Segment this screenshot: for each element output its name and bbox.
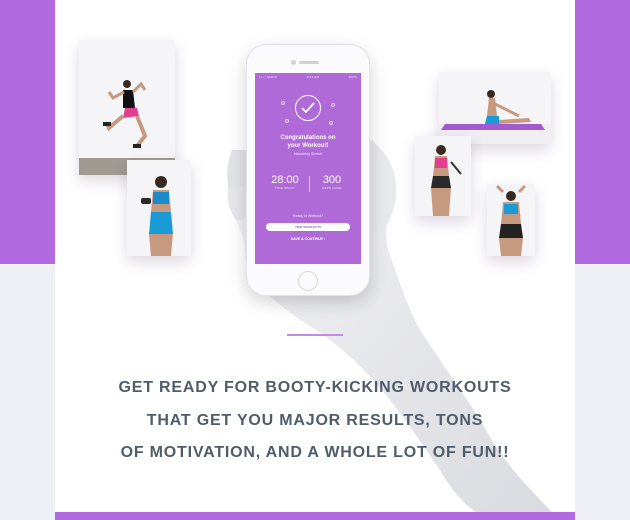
stat-reps: 300 REPS DONE: [315, 174, 349, 190]
phone-speaker: [299, 61, 319, 64]
jumping-woman-photo: [79, 40, 175, 175]
stat-reps-value: 300: [322, 174, 342, 186]
stat-reps-label: REPS DONE: [322, 186, 342, 190]
confetti-dot: [285, 119, 289, 123]
status-bar: •••• Sketch 9:41 AM 100%: [255, 73, 361, 79]
home-button[interactable]: [298, 271, 318, 291]
battery-label: 100%: [348, 75, 357, 79]
smartphone: •••• Sketch 9:41 AM 100% Congratulations…: [246, 44, 370, 296]
tagline-line1: GET READY FOR BOOTY-KICKING WORKOUTS: [118, 379, 512, 396]
save-continue-link[interactable]: SAVE & CONTINUE ›: [255, 237, 361, 241]
dumbbell-woman-photo: [127, 160, 191, 256]
congrats-title: Congratulations on your Workout!: [255, 134, 361, 150]
stretching-woman-photo: [439, 72, 551, 144]
confetti-dot: [329, 121, 333, 125]
confetti-dot: [281, 101, 285, 105]
phone-screen: •••• Sketch 9:41 AM 100% Congratulations…: [255, 73, 361, 264]
congrats-title-line1: Congratulations on: [280, 135, 336, 141]
stat-divider: [309, 176, 310, 192]
accent-divider: [287, 334, 343, 336]
stat-time-value: 28:00: [271, 174, 299, 186]
jump-rope-woman-photo: [415, 136, 471, 216]
confetti-dot: [331, 103, 335, 107]
ready-prompt: Ready to Workout?: [293, 214, 323, 218]
tagline-line3: OF MOTIVATION, AND A WHOLE LOT OF FUN!!: [120, 444, 510, 461]
status-time: 9:41 AM: [306, 75, 319, 79]
front-camera: [291, 60, 296, 65]
purple-footer-band: [55, 512, 575, 520]
stat-time: 28:00 TIME SPENT: [267, 174, 303, 190]
congrats-title-line2: your Workout!: [287, 143, 329, 149]
back-stretch-woman-photo: [487, 184, 535, 256]
tagline: GET READY FOR BOOTY-KICKING WORKOUTS THA…: [55, 372, 575, 470]
view-workouts-button[interactable]: VIEW WORKOUTS: [266, 223, 350, 231]
stat-time-label: TIME SPENT: [274, 186, 295, 190]
carrier-label: •••• Sketch: [259, 75, 278, 79]
tagline-line2: THAT GET YOU MAJOR RESULTS, TONS: [146, 411, 484, 429]
workout-name: Hamstring Stretch: [293, 152, 322, 156]
checkmark-icon: [295, 95, 321, 121]
